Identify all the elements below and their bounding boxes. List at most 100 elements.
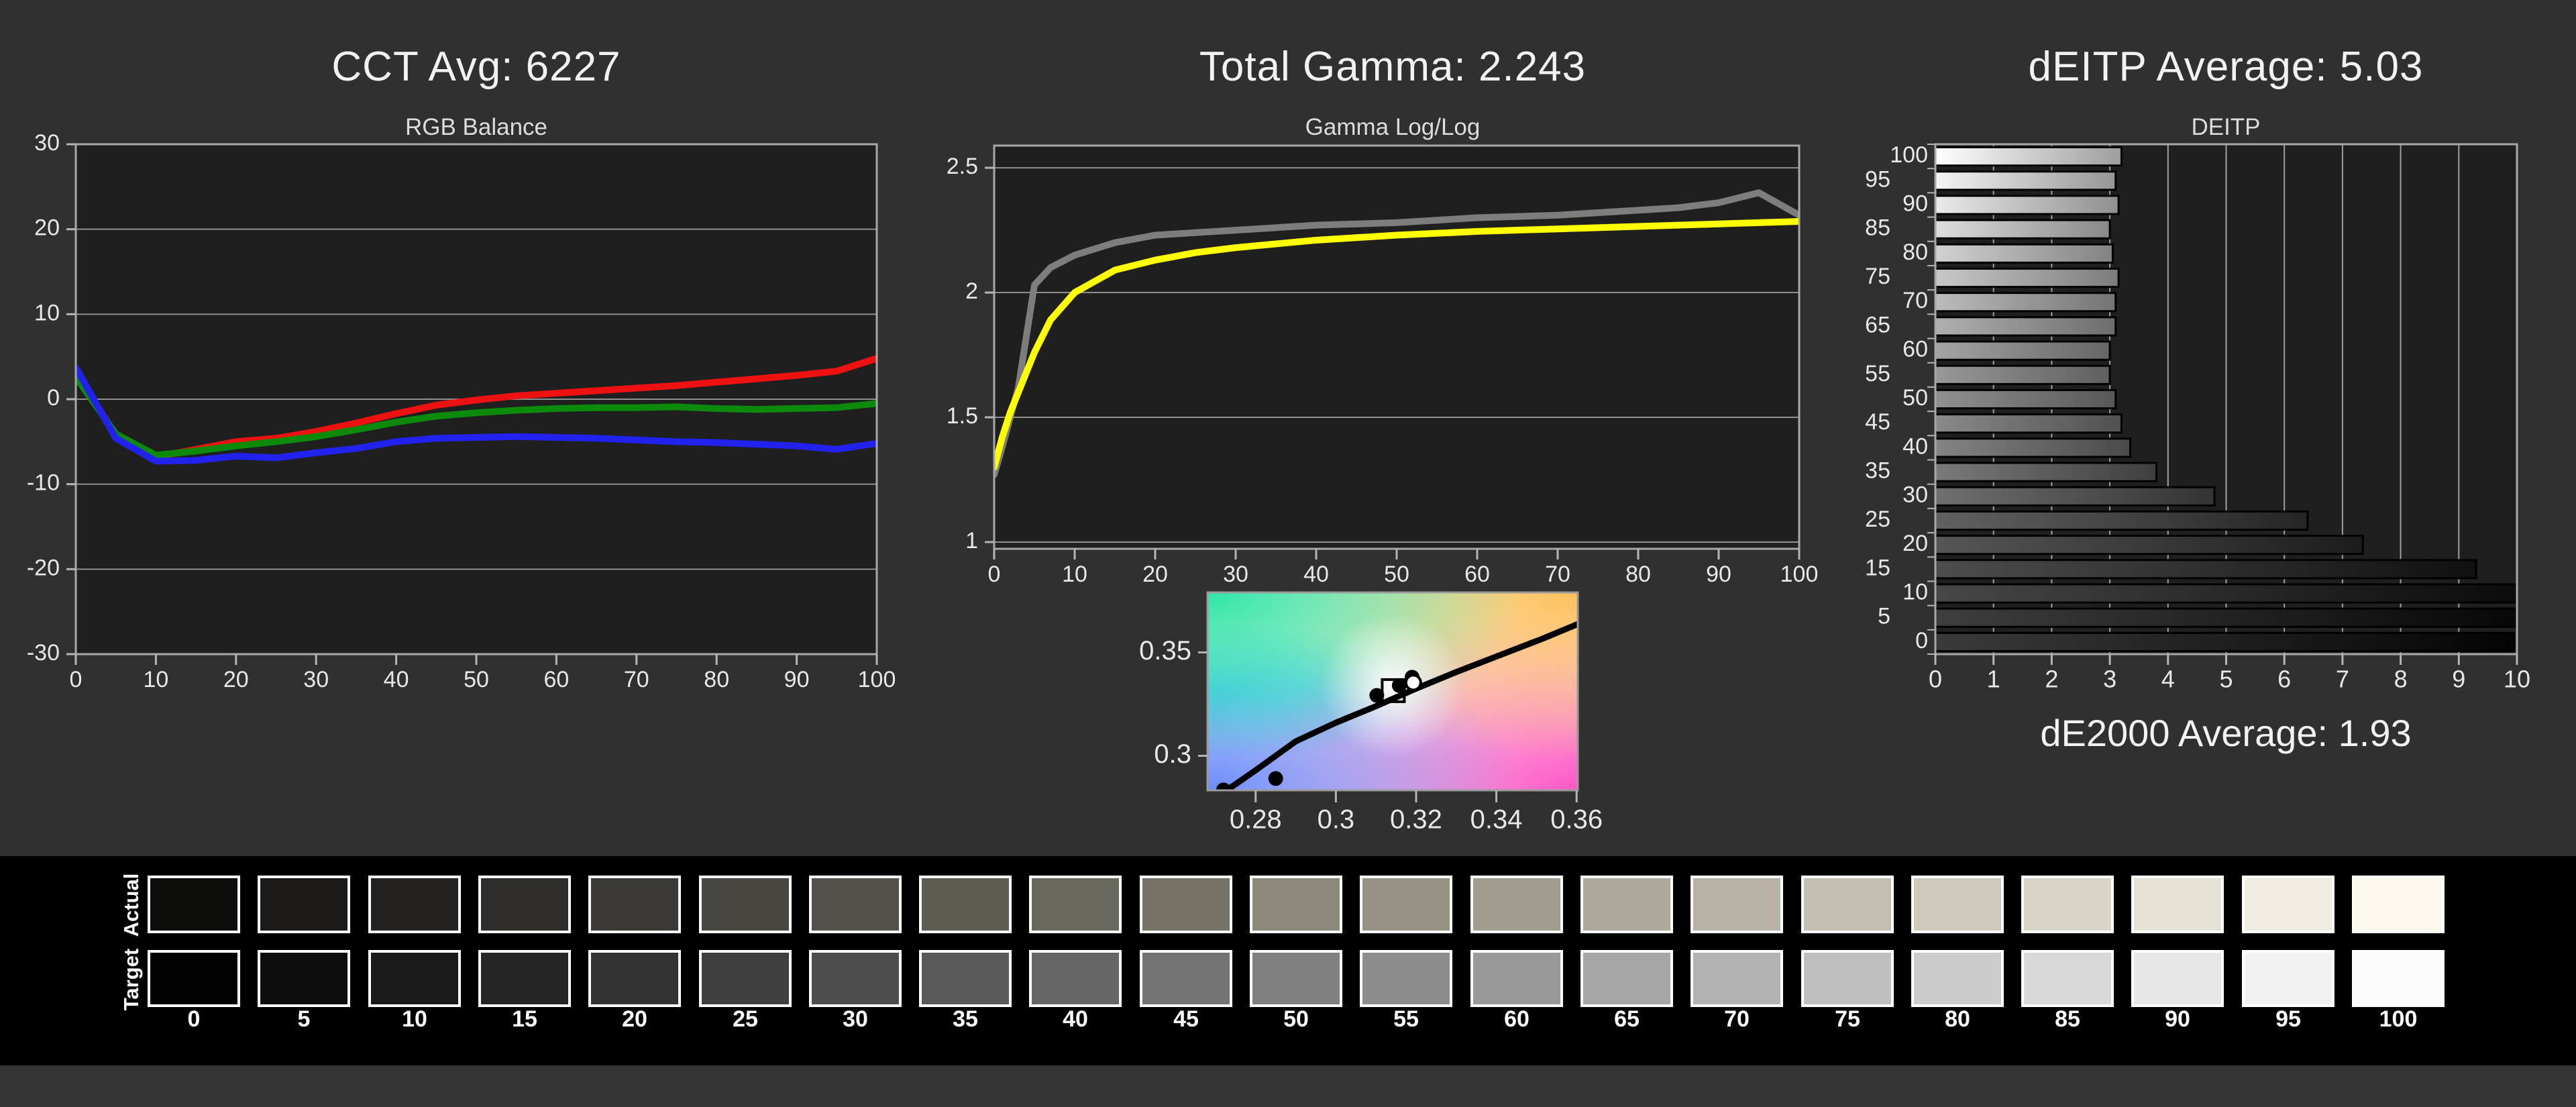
target-swatch-50 bbox=[1250, 950, 1342, 1007]
swatch-level-label: 5 bbox=[258, 1006, 350, 1033]
tick-label: 35 bbox=[1865, 458, 1890, 484]
tick-label: -20 bbox=[27, 555, 60, 580]
swatch-level-label: 75 bbox=[1801, 1006, 1894, 1033]
tick-label: 65 bbox=[1865, 312, 1890, 337]
deitp-bar-20 bbox=[1935, 536, 2363, 554]
actual-swatch-85 bbox=[2021, 876, 2114, 933]
tick-label: 0 bbox=[988, 562, 1001, 587]
tick-label: -10 bbox=[27, 470, 60, 496]
swatch-level-label: 50 bbox=[1250, 1006, 1342, 1033]
tick-label: 0 bbox=[1915, 628, 1928, 653]
tick-label: 100 bbox=[1890, 142, 1928, 168]
actual-swatch-10 bbox=[368, 876, 461, 933]
actual-swatch-90 bbox=[2131, 876, 2224, 933]
actual-swatch-35 bbox=[919, 876, 1012, 933]
tick-label: 60 bbox=[1464, 562, 1490, 587]
tick-label: 15 bbox=[1865, 555, 1890, 580]
tick-label: 2 bbox=[965, 278, 978, 304]
swatch-column-25: 25 bbox=[699, 856, 792, 1065]
tick-label: 25 bbox=[1865, 507, 1890, 532]
tick-label: 5 bbox=[2219, 666, 2233, 693]
tick-label: 60 bbox=[1902, 337, 1928, 362]
target-swatch-0 bbox=[148, 950, 240, 1007]
deitp-bar-90 bbox=[1935, 196, 2118, 214]
swatch-level-label: 65 bbox=[1580, 1006, 1673, 1033]
swatch-level-label: 95 bbox=[2242, 1006, 2334, 1033]
tick-label: 0.28 bbox=[1230, 805, 1282, 835]
actual-swatch-45 bbox=[1140, 876, 1232, 933]
swatch-column-15: 15 bbox=[478, 856, 571, 1065]
tick-label: 50 bbox=[464, 667, 489, 692]
tick-label: 0 bbox=[1929, 666, 1942, 693]
measurement-point bbox=[1392, 678, 1407, 693]
tick-label: -30 bbox=[27, 640, 60, 666]
actual-swatch-0 bbox=[148, 876, 240, 933]
tick-label: 80 bbox=[704, 667, 729, 692]
tick-label: 40 bbox=[1303, 562, 1329, 587]
swatch-column-100: 100 bbox=[2352, 856, 2445, 1065]
target-swatch-45 bbox=[1140, 950, 1232, 1007]
actual-swatch-20 bbox=[588, 876, 681, 933]
tick-label: 60 bbox=[543, 667, 569, 692]
actual-swatch-55 bbox=[1360, 876, 1452, 933]
swatch-level-label: 45 bbox=[1140, 1006, 1232, 1033]
daylight-locus-curve bbox=[1227, 621, 1587, 790]
swatch-column-0: 0 bbox=[148, 856, 240, 1065]
tick-label: 10 bbox=[34, 300, 60, 325]
tick-label: 90 bbox=[1902, 191, 1928, 216]
swatch-column-95: 95 bbox=[2242, 856, 2334, 1065]
target-swatch-10 bbox=[368, 950, 461, 1007]
tick-label: 10 bbox=[1062, 562, 1087, 587]
tick-label: 0.32 bbox=[1390, 805, 1442, 835]
swatch-column-70: 70 bbox=[1690, 856, 1783, 1065]
calibration-report-page: CCT Avg: 6227 RGB Balance Total Gamma: 2… bbox=[0, 0, 2576, 1107]
actual-row-label: Actual bbox=[121, 865, 142, 945]
tick-label: 10 bbox=[2504, 666, 2530, 693]
whitepoint-marker bbox=[1406, 675, 1421, 690]
target-swatch-15 bbox=[478, 950, 571, 1007]
actual-swatch-15 bbox=[478, 876, 571, 933]
target-swatch-65 bbox=[1580, 950, 1673, 1007]
tick-label: 6 bbox=[2277, 666, 2291, 693]
swatch-level-label: 35 bbox=[919, 1006, 1012, 1033]
actual-swatch-5 bbox=[258, 876, 350, 933]
swatch-column-60: 60 bbox=[1470, 856, 1563, 1065]
tick-label: 70 bbox=[1545, 562, 1570, 587]
deitp-bar-70 bbox=[1935, 293, 2116, 311]
swatch-column-10: 10 bbox=[368, 856, 461, 1065]
grayscale-strip: Actual Target 05101520253035404550556065… bbox=[0, 856, 2576, 1065]
swatch-column-80: 80 bbox=[1911, 856, 2004, 1065]
swatch-column-30: 30 bbox=[809, 856, 902, 1065]
tick-label: 85 bbox=[1865, 215, 1890, 241]
deitp-bar-80 bbox=[1935, 244, 2112, 262]
target-swatch-20 bbox=[588, 950, 681, 1007]
tick-label: 0.35 bbox=[1139, 636, 1191, 666]
tick-label: 1 bbox=[1987, 666, 2000, 693]
swatch-column-75: 75 bbox=[1801, 856, 1894, 1065]
tick-label: 0.3 bbox=[1154, 739, 1191, 769]
target-swatch-60 bbox=[1470, 950, 1563, 1007]
tick-label: 1 bbox=[965, 528, 978, 554]
swatch-level-label: 80 bbox=[1911, 1006, 2004, 1033]
actual-swatch-80 bbox=[1911, 876, 2004, 933]
target-swatch-55 bbox=[1360, 950, 1452, 1007]
swatch-column-50: 50 bbox=[1250, 856, 1342, 1065]
tick-label: 30 bbox=[34, 130, 60, 156]
target-swatch-5 bbox=[258, 950, 350, 1007]
target-swatch-95 bbox=[2242, 950, 2334, 1007]
tick-label: 0 bbox=[47, 385, 60, 411]
footer-bar bbox=[0, 1065, 2576, 1107]
tick-label: 0 bbox=[70, 667, 83, 692]
target-swatch-25 bbox=[699, 950, 792, 1007]
target-swatch-35 bbox=[919, 950, 1012, 1007]
swatch-level-label: 25 bbox=[699, 1006, 792, 1033]
target-swatch-90 bbox=[2131, 950, 2224, 1007]
tick-label: 20 bbox=[1902, 531, 1928, 556]
measurement-point bbox=[1269, 771, 1283, 786]
swatch-level-label: 55 bbox=[1360, 1006, 1452, 1033]
swatch-column-65: 65 bbox=[1580, 856, 1673, 1065]
tick-label: 45 bbox=[1865, 409, 1890, 435]
swatch-column-20: 20 bbox=[588, 856, 681, 1065]
actual-swatch-65 bbox=[1580, 876, 1673, 933]
tick-label: 70 bbox=[624, 667, 649, 692]
